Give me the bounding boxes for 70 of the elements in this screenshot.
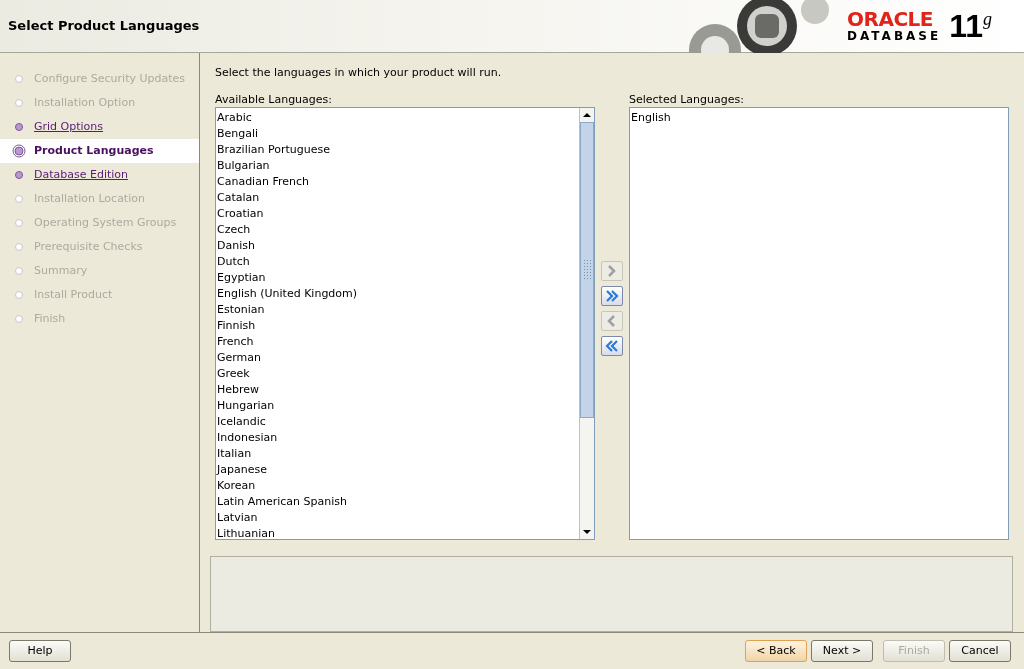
language-option[interactable]: Italian: [216, 446, 579, 462]
page-title: Select Product Languages: [7, 17, 200, 36]
step-item: Summary: [0, 259, 199, 283]
step-item: Finish: [0, 307, 199, 331]
selected-label: Selected Languages:: [629, 93, 745, 107]
language-option[interactable]: Hebrew: [216, 382, 579, 398]
instruction-text: Select the languages in which your product will run.: [214, 67, 503, 78]
language-option[interactable]: Korean: [216, 478, 579, 494]
language-option[interactable]: English (United Kingdom): [216, 286, 579, 302]
step-node-icon: [12, 288, 26, 302]
language-option[interactable]: Brazilian Portuguese: [216, 142, 579, 158]
language-option[interactable]: Japanese: [216, 462, 579, 478]
language-option[interactable]: Lithuanian: [216, 526, 579, 539]
language-option[interactable]: Catalan: [216, 190, 579, 206]
language-option[interactable]: Canadian French: [216, 174, 579, 190]
language-option[interactable]: Czech: [216, 222, 579, 238]
logo-brand: ORACLE: [847, 8, 934, 29]
step-node-icon: [12, 216, 26, 230]
scroll-thumb[interactable]: [580, 122, 594, 418]
language-option[interactable]: Egyptian: [216, 270, 579, 286]
language-option[interactable]: Icelandic: [216, 414, 579, 430]
step-node-icon: [12, 312, 26, 326]
step-node-icon: [12, 72, 26, 86]
step-node-icon: [12, 120, 26, 134]
step-item: Prerequisite Checks: [0, 235, 199, 259]
logo-suffix: g: [983, 10, 992, 28]
language-option[interactable]: Bulgarian: [216, 158, 579, 174]
step-node-icon: [12, 240, 26, 254]
scrollbar[interactable]: [579, 108, 594, 539]
double-chevron-right-icon: [604, 288, 620, 304]
double-chevron-left-icon: [604, 338, 620, 354]
language-option[interactable]: Hungarian: [216, 398, 579, 414]
step-item[interactable]: Grid Options: [0, 115, 199, 139]
step-node-icon: [12, 264, 26, 278]
language-option[interactable]: Latvian: [216, 510, 579, 526]
selected-list[interactable]: English: [629, 107, 1009, 540]
language-option[interactable]: German: [216, 350, 579, 366]
step-node-icon: [12, 96, 26, 110]
step-item: Operating System Groups: [0, 211, 199, 235]
language-option[interactable]: Latin American Spanish: [216, 494, 579, 510]
step-item: Install Product: [0, 283, 199, 307]
language-option[interactable]: Dutch: [216, 254, 579, 270]
available-list[interactable]: [215, 107, 595, 540]
step-item: Installation Location: [0, 187, 199, 211]
step-node-icon: [12, 168, 26, 182]
nav-button[interactable]: < Back: [745, 640, 807, 662]
step-item: Installation Option: [0, 91, 199, 115]
language-option[interactable]: French: [216, 334, 579, 350]
logo-product: DATABASE: [847, 28, 942, 44]
language-option[interactable]: Arabic: [216, 110, 579, 126]
language-option[interactable]: Croatian: [216, 206, 579, 222]
step-node-icon: [12, 144, 26, 158]
nav-button[interactable]: Cancel: [949, 640, 1011, 662]
language-option[interactable]: Bengali: [216, 126, 579, 142]
language-option[interactable]: Estonian: [216, 302, 579, 318]
language-option[interactable]: Finnish: [216, 318, 579, 334]
logo-version: 11: [949, 10, 983, 42]
transfer-button[interactable]: [601, 286, 623, 306]
help-button[interactable]: Help: [9, 640, 71, 662]
language-option[interactable]: English: [630, 110, 1008, 126]
language-option[interactable]: Indonesian: [216, 430, 579, 446]
language-option[interactable]: Danish: [216, 238, 579, 254]
step-item: Configure Security Updates: [0, 67, 199, 91]
step-item[interactable]: Database Edition: [0, 163, 199, 187]
nav-button[interactable]: Next >: [811, 640, 873, 662]
step-node-icon: [12, 192, 26, 206]
step-item: Product Languages: [0, 139, 199, 163]
transfer-button[interactable]: [601, 336, 623, 356]
language-option[interactable]: Greek: [216, 366, 579, 382]
available-label: Available Languages:: [215, 93, 333, 107]
